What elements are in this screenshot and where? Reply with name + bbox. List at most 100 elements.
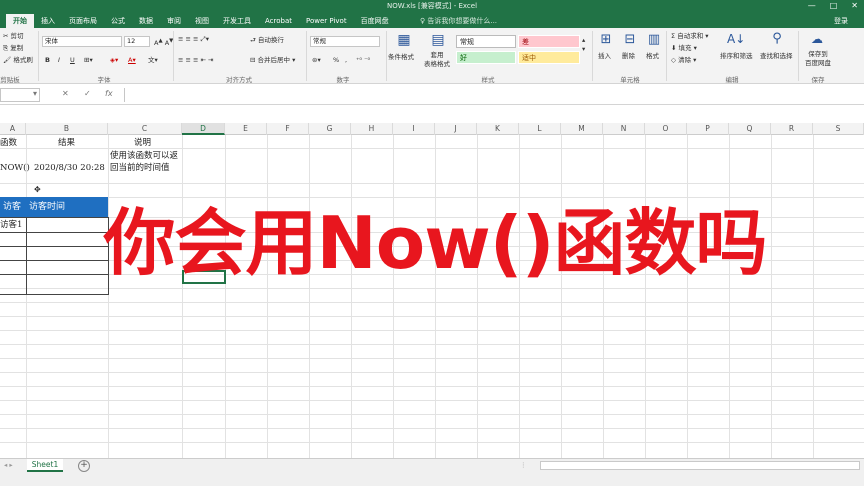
col-header-f[interactable]: F bbox=[267, 123, 309, 135]
maximize-icon[interactable]: □ bbox=[830, 1, 838, 10]
underline-button[interactable]: U bbox=[70, 56, 75, 65]
currency-icon[interactable]: ⊜▾ bbox=[312, 56, 321, 65]
tab-developer[interactable]: 开发工具 bbox=[216, 14, 258, 28]
bold-button[interactable]: B bbox=[45, 56, 50, 65]
col-header-l[interactable]: L bbox=[519, 123, 561, 135]
find-select-icon[interactable]: ⚲ bbox=[768, 31, 786, 46]
col-header-b[interactable]: B bbox=[26, 123, 108, 135]
col-header-k[interactable]: K bbox=[477, 123, 519, 135]
find-select-label[interactable]: 查找和选择 bbox=[760, 52, 793, 61]
fill-color-icon[interactable]: ◈▾ bbox=[110, 56, 118, 65]
cell-a-header[interactable]: 函数 bbox=[0, 137, 26, 149]
align-left-icon[interactable]: ≡ ≡ ≡ ⇤ ⇥ bbox=[178, 56, 214, 65]
delete-cells-icon[interactable]: ⊟ bbox=[622, 32, 638, 47]
cell-b-header[interactable]: 结果 bbox=[58, 137, 75, 149]
table-format-icon[interactable]: ▤ bbox=[426, 32, 450, 48]
col-header-s[interactable]: S bbox=[813, 123, 864, 135]
autosum-button[interactable]: Σ 自动求和 ▾ bbox=[671, 32, 709, 41]
delete-cells-label[interactable]: 删除 bbox=[622, 52, 635, 61]
tab-power-pivot[interactable]: Power Pivot bbox=[299, 14, 354, 28]
col-header-h[interactable]: H bbox=[351, 123, 393, 135]
format-cells-label[interactable]: 格式 bbox=[646, 52, 659, 61]
tab-home[interactable]: 开始 bbox=[6, 14, 34, 28]
login-link[interactable]: 登录 bbox=[834, 14, 848, 28]
tab-acrobat[interactable]: Acrobat bbox=[258, 14, 299, 28]
fill-button[interactable]: ⬇ 填充 ▾ bbox=[671, 44, 697, 53]
sheet-tab-sheet1[interactable]: Sheet1 bbox=[27, 459, 63, 472]
col-header-r[interactable]: R bbox=[771, 123, 813, 135]
save-baidu-button[interactable]: 保存到 百度网盘 bbox=[803, 50, 833, 68]
col-header-a[interactable]: A bbox=[0, 123, 26, 135]
font-color-icon[interactable]: A▾ bbox=[128, 56, 136, 65]
style-neutral[interactable]: 适中 bbox=[518, 51, 580, 64]
sheet-nav-icon[interactable]: ◂ ▸ bbox=[4, 461, 13, 470]
percent-button[interactable]: % bbox=[333, 56, 339, 65]
tell-me-search[interactable]: ♀ 告诉我你想要做什么... bbox=[420, 14, 497, 28]
col-header-g[interactable]: G bbox=[309, 123, 351, 135]
format-painter-button[interactable]: 🖌 格式刷 bbox=[3, 56, 33, 65]
insert-cells-icon[interactable]: ⊞ bbox=[598, 32, 614, 47]
style-normal[interactable]: 常规 bbox=[456, 35, 516, 48]
fx-icon[interactable]: fx bbox=[105, 89, 113, 98]
insert-cells-label[interactable]: 插入 bbox=[598, 52, 611, 61]
close-icon[interactable]: ✕ bbox=[851, 1, 858, 10]
cut-button[interactable]: ✂ 剪切 bbox=[3, 32, 24, 41]
tab-formulas[interactable]: 公式 bbox=[104, 14, 132, 28]
border-icon[interactable]: ⊞▾ bbox=[84, 56, 93, 65]
cell-b-result[interactable]: 2020/8/30 20:28 bbox=[34, 162, 105, 174]
clear-button[interactable]: ◇ 清除 ▾ bbox=[671, 56, 696, 65]
sort-filter-icon[interactable]: A↓ bbox=[727, 32, 745, 46]
col-header-p[interactable]: P bbox=[687, 123, 729, 135]
formula-input[interactable] bbox=[124, 88, 864, 102]
cell-visitor-1[interactable]: 访客1 bbox=[0, 219, 22, 231]
merge-center-button[interactable]: ⊟ 合并后居中 ▾ bbox=[250, 56, 295, 65]
styles-scroll-icon[interactable]: ▴ ▾ bbox=[582, 36, 585, 54]
format-cells-icon[interactable]: ▥ bbox=[646, 32, 662, 47]
tab-insert[interactable]: 插入 bbox=[34, 14, 62, 28]
font-grow-icon[interactable]: A▲ A▼ bbox=[154, 37, 173, 48]
enter-icon[interactable]: ✓ bbox=[84, 89, 91, 98]
cell-a-function[interactable]: NOW() bbox=[0, 162, 30, 174]
tab-page-layout[interactable]: 页面布局 bbox=[62, 14, 104, 28]
cancel-icon[interactable]: ✕ bbox=[62, 89, 69, 98]
font-size-select[interactable]: 12 bbox=[124, 36, 150, 47]
cell-c-description[interactable]: 使用该函数可以返回当前的时间值 bbox=[110, 150, 182, 174]
col-header-n[interactable]: N bbox=[603, 123, 645, 135]
number-format-select[interactable]: 常规 bbox=[310, 36, 380, 47]
baidu-cloud-icon[interactable]: ☁ bbox=[808, 32, 826, 46]
sort-filter-label[interactable]: 排序和筛选 bbox=[720, 52, 753, 61]
align-top-icon[interactable]: ≡ ≡ ≡ ⤢▾ bbox=[178, 35, 209, 44]
cell-c-header[interactable]: 说明 bbox=[134, 137, 151, 149]
col-header-m[interactable]: M bbox=[561, 123, 603, 135]
col-header-o[interactable]: O bbox=[645, 123, 687, 135]
col-header-d[interactable]: D bbox=[182, 123, 225, 135]
phonetic-icon[interactable]: 文▾ bbox=[148, 56, 158, 65]
conditional-format-label[interactable]: 条件格式 bbox=[388, 53, 414, 62]
col-header-q[interactable]: Q bbox=[729, 123, 771, 135]
decimal-icon[interactable]: ⁺⁰ ⁻⁰ bbox=[356, 56, 370, 65]
style-bad[interactable]: 差 bbox=[518, 35, 580, 48]
tab-data[interactable]: 数据 bbox=[132, 14, 160, 28]
italic-button[interactable]: I bbox=[58, 56, 60, 65]
horizontal-scrollbar[interactable] bbox=[540, 461, 860, 470]
tab-view[interactable]: 视图 bbox=[188, 14, 216, 28]
table-header-visitor[interactable]: 访客 bbox=[0, 197, 26, 217]
font-name-select[interactable]: 宋体 bbox=[42, 36, 122, 47]
tab-baidu-pan[interactable]: 百度网盘 bbox=[354, 14, 396, 28]
col-header-e[interactable]: E bbox=[225, 123, 267, 135]
comma-button[interactable]: , bbox=[345, 56, 347, 65]
style-good[interactable]: 好 bbox=[456, 51, 516, 64]
tab-review[interactable]: 审阅 bbox=[160, 14, 188, 28]
add-sheet-button[interactable]: + bbox=[78, 460, 90, 472]
conditional-format-icon[interactable]: ▦ bbox=[392, 32, 416, 48]
table-format-label[interactable]: 套用 表格格式 bbox=[422, 51, 452, 69]
col-header-j[interactable]: J bbox=[435, 123, 477, 135]
col-header-i[interactable]: I bbox=[393, 123, 435, 135]
sheet-tab-split-icon[interactable]: ⋮ bbox=[520, 461, 527, 470]
minimize-icon[interactable]: — bbox=[808, 1, 816, 10]
name-box-dropdown-icon[interactable]: ▾ bbox=[33, 89, 37, 98]
wrap-text-button[interactable]: ⮐ 自动换行 bbox=[250, 36, 284, 45]
sheet-grid[interactable]: A B C D E F G H I J K L M N O P Q R S 函数… bbox=[0, 123, 864, 458]
col-header-c[interactable]: C bbox=[108, 123, 182, 135]
copy-button[interactable]: ⎘ 复制 bbox=[3, 44, 23, 53]
